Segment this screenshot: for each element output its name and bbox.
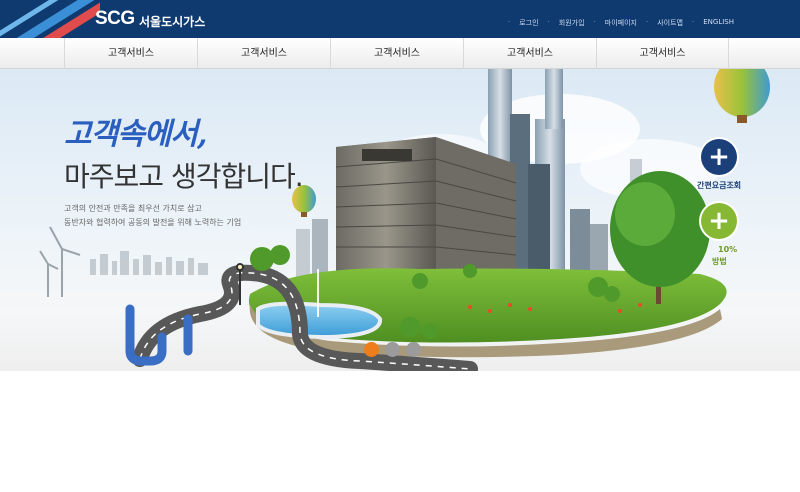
main-nav: 고객서비스 고객서비스 고객서비스 고객서비스 고객서비스 bbox=[0, 38, 800, 69]
bullet-icon: · bbox=[692, 18, 695, 26]
tower-graphic bbox=[528, 164, 550, 284]
bullet-icon: · bbox=[593, 18, 596, 26]
tower-graphic bbox=[545, 69, 563, 129]
util-link-english[interactable]: ENGLISH bbox=[703, 18, 734, 28]
logo-mark[interactable] bbox=[0, 0, 100, 38]
quick-discount-label-line-2[interactable]: 방법 bbox=[712, 256, 727, 267]
hero-tagline-line-2: 동반자와 협력하여 공동의 발전을 위해 노력하는 기업 bbox=[64, 218, 242, 227]
brand-logo-text[interactable]: SCG bbox=[95, 8, 135, 30]
tower-graphic bbox=[570, 209, 590, 279]
hero-headline: 마주보고 생각합니다. bbox=[64, 160, 304, 193]
wind-turbine-graphic bbox=[39, 226, 81, 297]
nav-item-customer-service-3[interactable]: 고객서비스 bbox=[330, 38, 463, 69]
hero-headline-script: 고객속에서, bbox=[64, 117, 207, 152]
headquarters-building bbox=[335, 137, 517, 284]
quick-bill-inquiry-button[interactable]: + bbox=[701, 139, 737, 175]
nav-item-customer-service-1[interactable]: 고객서비스 bbox=[64, 38, 197, 69]
slide-dot-2[interactable] bbox=[385, 342, 400, 357]
slide-dot-3[interactable] bbox=[406, 342, 421, 357]
bullet-icon: · bbox=[646, 18, 649, 26]
utility-nav: · 로그인 · 회원가입 · 마이페이지 · 사이트맵 · ENGLISH bbox=[508, 18, 734, 28]
hero-banner: 고객속에서, 마주보고 생각합니다. 고객의 안전과 만족을 최우선 가치로 삼… bbox=[0, 69, 800, 371]
nav-item-customer-service-2[interactable]: 고객서비스 bbox=[197, 38, 330, 69]
util-link-login[interactable]: 로그인 bbox=[519, 18, 538, 28]
nav-item-customer-service-4[interactable]: 고객서비스 bbox=[463, 38, 596, 69]
hot-air-balloon-graphic bbox=[714, 69, 770, 123]
bullet-icon: · bbox=[508, 18, 511, 26]
util-link-signup[interactable]: 회원가입 bbox=[559, 18, 585, 28]
util-link-mypage[interactable]: 마이페이지 bbox=[605, 18, 637, 28]
top-header: SCG 서울도시가스 · 로그인 · 회원가입 · 마이페이지 · 사이트맵 ·… bbox=[0, 0, 800, 38]
plus-icon: + bbox=[708, 206, 730, 236]
empty-content-area bbox=[0, 371, 800, 492]
nav-item-customer-service-5[interactable]: 고객서비스 bbox=[596, 38, 729, 69]
slide-dot-1[interactable] bbox=[364, 342, 379, 357]
bullet-icon: · bbox=[547, 18, 550, 26]
quick-discount-label-line-1[interactable]: 10% bbox=[718, 245, 737, 254]
brand-name-korean[interactable]: 서울도시가스 bbox=[139, 13, 205, 30]
quick-bill-inquiry-label[interactable]: 간편요금조회 bbox=[697, 180, 741, 191]
slide-pager bbox=[364, 342, 421, 357]
tower-graphic bbox=[488, 69, 512, 169]
hero-tagline-line-1: 고객의 안전과 만족을 최우선 가치로 삼고 bbox=[64, 204, 202, 213]
quick-discount-button[interactable]: + bbox=[701, 203, 737, 239]
hero-tagline: 고객의 안전과 만족을 최우선 가치로 삼고 동반자와 협력하여 공동의 발전을… bbox=[64, 202, 241, 230]
fountain-pool bbox=[256, 301, 382, 340]
util-link-sitemap[interactable]: 사이트맵 bbox=[657, 18, 683, 28]
plus-icon: + bbox=[708, 142, 730, 172]
